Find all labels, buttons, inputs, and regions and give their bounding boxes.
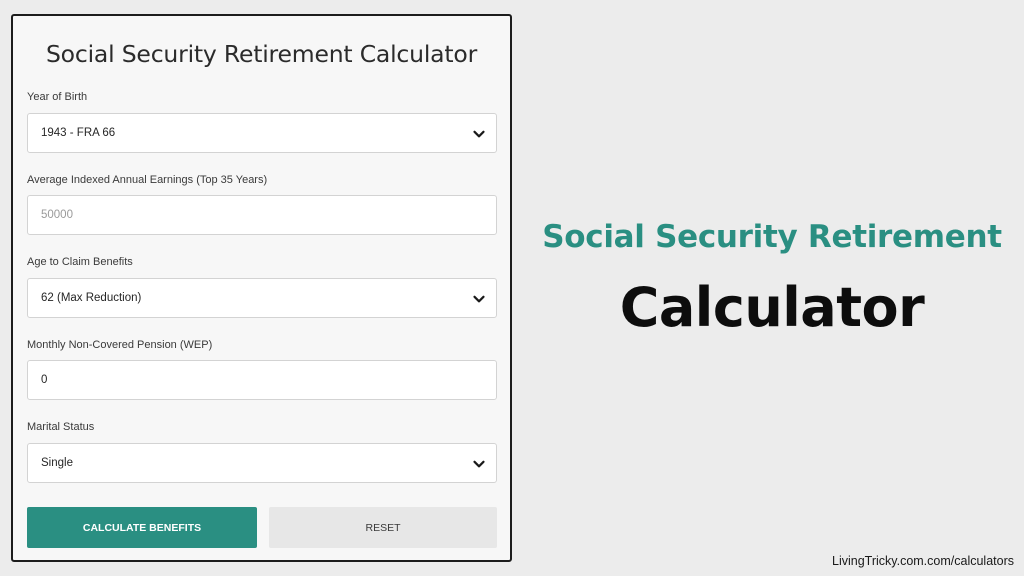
year-of-birth-select[interactable]: 1943 - FRA 66 — [27, 113, 497, 153]
earnings-placeholder: 50000 — [41, 209, 73, 221]
pension-label: Monthly Non-Covered Pension (WEP) — [27, 339, 213, 351]
pension-value: 0 — [41, 374, 48, 386]
footer-url: LivingTricky.com.com/calculators — [832, 554, 1014, 568]
calculator-title: Social Security Retirement Calculator — [45, 40, 478, 68]
claim-age-label: Age to Claim Benefits — [27, 256, 133, 268]
marital-status-value: Single — [41, 457, 73, 469]
chevron-down-icon — [473, 130, 485, 138]
earnings-input[interactable]: 50000 — [27, 195, 497, 235]
marital-status-select[interactable]: Single — [27, 443, 497, 483]
pension-input[interactable]: 0 — [27, 360, 497, 400]
headline-line-2: Calculator — [619, 276, 925, 339]
year-of-birth-value: 1943 - FRA 66 — [41, 127, 116, 139]
marital-status-label: Marital Status — [27, 421, 95, 433]
earnings-label: Average Indexed Annual Earnings (Top 35 … — [27, 174, 268, 186]
headline-line-1: Social Security Retirement — [542, 219, 1002, 255]
calculate-benefits-button[interactable]: CALCULATE BENEFITS — [27, 507, 257, 548]
calculator-card: Social Security Retirement Calculator Ye… — [11, 14, 512, 562]
chevron-down-icon — [473, 460, 485, 468]
reset-button[interactable]: RESET — [269, 507, 497, 548]
year-of-birth-label: Year of Birth — [27, 91, 88, 103]
claim-age-select[interactable]: 62 (Max Reduction) — [27, 278, 497, 318]
chevron-down-icon — [473, 295, 485, 303]
claim-age-value: 62 (Max Reduction) — [41, 292, 142, 304]
